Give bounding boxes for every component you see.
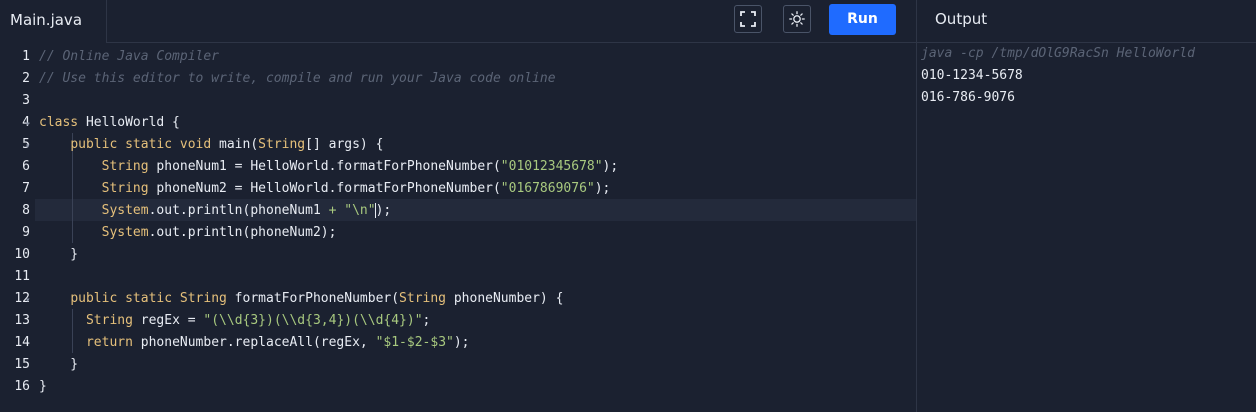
code-line[interactable]: System.out.println(phoneNum2); [39,222,337,244]
output-line: 010-1234-5678 [921,68,1023,83]
code-token: // Use this editor to write, compile and… [39,71,556,86]
code-line[interactable]: String phoneNum2 = HelloWorld.formatForP… [39,178,611,200]
code-token: [] args) { [305,137,384,152]
tab-main-java[interactable]: Main.java [0,0,107,44]
line-number: 16 [14,379,30,394]
code-line[interactable]: String phoneNum1 = HelloWorld.formatForP… [39,156,619,178]
code-token: public static [70,291,173,306]
code-token: public static void [70,137,212,152]
code-editor[interactable]: 1 // Online Java Compiler 2 // Use this edi… [0,44,916,412]
code-token: } [39,357,79,372]
line-number: 13 [14,313,30,328]
code-line[interactable]: return phoneNumber.replaceAll(regEx, "$1… [39,332,470,354]
code-token: return [85,335,133,350]
line-number: 7 [22,181,30,196]
code-token: phoneNumber.replaceAll(regEx, [132,335,376,350]
fullscreen-button[interactable] [734,5,762,33]
code-token: System [101,225,149,240]
code-line[interactable]: } [39,244,78,266]
line-number: 10 [14,247,30,262]
output-line: 016-786-9076 [921,90,1015,105]
fold-arrow-icon[interactable]: ▾ [26,113,30,135]
code-token: "$1-$2-$3" [375,335,454,350]
code-line[interactable]: } [39,354,78,376]
line-number: 9 [22,225,30,240]
line-number: 15 [14,357,30,372]
code-token: ; [422,313,431,328]
code-token: System [101,203,149,218]
line-number: 14 [14,335,30,350]
compiler-app: Main.java Run Output 1 // Online Java Co… [0,0,1256,412]
code-line[interactable]: // Use this editor to write, compile and… [39,68,556,90]
code-token: formatForPhoneNumber( [226,291,400,306]
code-token: String [85,313,133,328]
code-token: String [399,291,447,306]
code-token: .out.println(phoneNum1 [148,203,329,218]
line-number: 11 [14,269,30,284]
code-token: ); [453,335,470,350]
code-token: .out.println(phoneNum2); [148,225,337,240]
code-token: "0167869076" [500,181,595,196]
line-number: 1 [22,49,30,64]
fold-arrow-icon[interactable]: ▾ [26,135,30,157]
fold-arrow-icon[interactable]: ▾ [26,289,30,311]
code-token: // Online Java Compiler [39,49,220,64]
code-token: ); [602,159,619,174]
code-token: ); [375,203,392,218]
code-line[interactable]: public static void main(String[] args) { [39,134,383,156]
line-number: 3 [22,93,30,108]
code-token: phoneNumber) { [446,291,564,306]
line-number: 6 [22,159,30,174]
line-number: 8 [22,203,30,218]
code-token: "(\\d{3})(\\d{3,4})(\\d{4})" [203,313,423,328]
code-line[interactable]: String regEx = "(\\d{3})(\\d{3,4})(\\d{4… [39,310,430,332]
code-line[interactable]: } [39,376,47,398]
code-token: phoneNum1 = HelloWorld.formatForPhoneNum… [148,159,501,174]
top-bar: Main.java Run Output [0,0,1256,44]
output-command: java -cp /tmp/dOlG9RacSn HelloWorld [921,46,1195,61]
output-panel: java -cp /tmp/dOlG9RacSn HelloWorld 010-… [917,44,1256,412]
code-token: class [39,115,79,130]
line-number: 2 [22,71,30,86]
sun-icon [789,11,805,27]
tab-output[interactable]: Output [935,0,987,43]
code-token: ); [594,181,611,196]
code-token: main( [211,137,259,152]
code-token: String [258,137,306,152]
run-button[interactable]: Run [829,4,896,35]
code-token: "01012345678" [500,159,603,174]
code-token: String [101,159,149,174]
code-line[interactable]: System.out.println(phoneNum1 + "\n"); [39,200,391,222]
theme-toggle-button[interactable] [783,5,811,33]
code-token: } [39,247,79,262]
code-line[interactable]: // Online Java Compiler [39,46,219,68]
code-token: HelloWorld { [78,115,180,130]
code-line[interactable]: class HelloWorld { [39,112,180,134]
code-token: regEx = [132,313,204,328]
fullscreen-icon [740,11,756,27]
code-token: phoneNum2 = HelloWorld.formatForPhoneNum… [148,181,501,196]
code-token: String [179,291,227,306]
code-token: String [101,181,149,196]
code-line[interactable]: public static String formatForPhoneNumbe… [39,288,563,310]
code-token: "\n" [344,203,376,218]
code-token: } [39,379,47,394]
